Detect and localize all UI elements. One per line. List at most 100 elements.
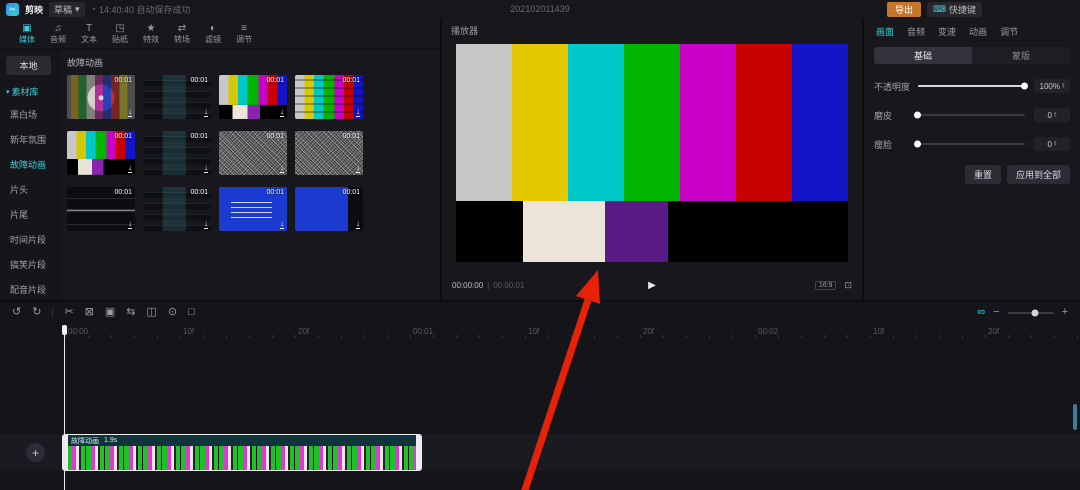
- zoom-slider-knob[interactable]: [1032, 309, 1039, 316]
- playhead[interactable]: [64, 325, 65, 490]
- add-media-button[interactable]: +: [26, 443, 45, 462]
- tab-media[interactable]: ▣媒体: [12, 23, 42, 44]
- sidebar-item-glitch[interactable]: 故障动画: [0, 152, 57, 177]
- autosave-text: 14:40:40 自动保存成功: [99, 3, 191, 16]
- smooth-skin-slider[interactable]: [918, 114, 1025, 116]
- shortcut-button[interactable]: ⌨ 快捷键: [927, 2, 982, 17]
- download-icon[interactable]: ↓: [128, 164, 132, 173]
- download-icon[interactable]: ↓: [356, 108, 360, 117]
- undo-button[interactable]: ↺: [12, 307, 21, 318]
- media-thumbnail[interactable]: 00:01↓: [67, 131, 135, 175]
- timeline-toolbar: ↺ ↻ ✂ ⊠ ▣ ⇆ ◫ ⊙ □ ∞ − +: [0, 302, 1080, 324]
- media-thumbnail[interactable]: 00:01↓: [67, 75, 135, 119]
- fullscreen-icon[interactable]: ⊡: [844, 280, 852, 291]
- media-thumbnail[interactable]: 00:01↓: [219, 187, 287, 231]
- timeline-clip[interactable]: 故障动画 1.9s: [62, 434, 422, 471]
- sidebar-item-time-clips[interactable]: 时间片段: [0, 227, 57, 252]
- download-icon[interactable]: ↓: [280, 220, 284, 229]
- app-logo-icon[interactable]: ✂: [6, 3, 19, 16]
- sidebar-item-voice-clips[interactable]: 配音片段: [0, 277, 57, 300]
- topbar: ✂ 剪映 草稿 ▾ ◔ 14:40:40 自动保存成功 202102011439…: [0, 0, 1080, 18]
- timeline-zoom-slider[interactable]: [1008, 312, 1054, 314]
- slim-face-control: 瘦脸 0▴▾: [874, 137, 1070, 151]
- media-thumbnail[interactable]: 00:01↓: [67, 187, 135, 231]
- sidebar-item-funny-clips[interactable]: 搞笑片段: [0, 252, 57, 277]
- download-icon[interactable]: ↓: [204, 220, 208, 229]
- opacity-label: 不透明度: [874, 80, 916, 93]
- rotate-button[interactable]: ⊙: [168, 307, 177, 318]
- media-thumbnail[interactable]: 00:01↓: [143, 131, 211, 175]
- zoom-in-button[interactable]: +: [1062, 307, 1068, 318]
- download-icon[interactable]: ↓: [280, 108, 284, 117]
- ruler-label: 00:00: [68, 327, 88, 336]
- link-icon[interactable]: ∞: [977, 307, 985, 318]
- clip-label: 故障动画: [71, 436, 99, 446]
- media-thumbnail[interactable]: 00:01↓: [295, 75, 363, 119]
- sidebar-item-intro[interactable]: 片头: [0, 177, 57, 202]
- media-thumbnail[interactable]: 00:01↓: [143, 187, 211, 231]
- download-icon[interactable]: ↓: [280, 164, 284, 173]
- smooth-skin-value[interactable]: 0▴▾: [1034, 108, 1070, 122]
- sidebar-item-new-year[interactable]: 新年氛围: [0, 127, 57, 152]
- aspect-ratio-button[interactable]: 16:9: [815, 281, 837, 290]
- ruler-label: 20f: [988, 327, 999, 336]
- tab-text[interactable]: T文本: [74, 23, 104, 44]
- ruler-label: 10f: [873, 327, 884, 336]
- opacity-value[interactable]: 100%▴▾: [1034, 79, 1070, 93]
- redo-button[interactable]: ↻: [32, 307, 41, 318]
- tab-picture[interactable]: 画面: [876, 25, 894, 38]
- delete-button[interactable]: ⊠: [85, 307, 94, 318]
- timeline-scrollbar[interactable]: [1073, 404, 1077, 430]
- tab-sticker[interactable]: ◳贴纸: [105, 23, 135, 44]
- tab-speed[interactable]: 变速: [938, 25, 956, 38]
- ruler-label: 00:02: [758, 327, 778, 336]
- subtab-basic[interactable]: 基础: [874, 47, 972, 64]
- download-icon[interactable]: ↓: [204, 108, 208, 117]
- tab-audio[interactable]: ♫音频: [43, 23, 73, 44]
- download-icon[interactable]: ↓: [356, 164, 360, 173]
- smpte-bar: [736, 44, 792, 201]
- sidebar-item-outro[interactable]: 片尾: [0, 202, 57, 227]
- timeline-ruler[interactable]: 00:00 10f 20f 00:01 10f 20f 00:02 10f 20…: [0, 325, 1080, 338]
- video-preview[interactable]: [456, 44, 848, 262]
- tab-prop-adjust[interactable]: 调节: [1000, 25, 1018, 38]
- sidebar-library[interactable]: ▾ 素材库: [0, 81, 57, 102]
- reverse-button[interactable]: ⇆: [126, 307, 135, 318]
- download-icon[interactable]: ↓: [204, 164, 208, 173]
- mirror-button[interactable]: ◫: [147, 307, 157, 318]
- split-button[interactable]: ✂: [64, 307, 73, 318]
- opacity-slider[interactable]: [918, 85, 1025, 87]
- media-thumbnail[interactable]: 00:01↓: [219, 75, 287, 119]
- smooth-skin-control: 磨皮 0▴▾: [874, 108, 1070, 122]
- total-duration: 00:00:01: [493, 281, 524, 290]
- apply-to-all-button[interactable]: 应用到全部: [1007, 165, 1070, 184]
- tab-adjust[interactable]: ≡调节: [229, 23, 259, 44]
- media-thumbnail[interactable]: 00:01↓: [295, 131, 363, 175]
- download-icon[interactable]: ↓: [128, 220, 132, 229]
- keyboard-icon: ⌨: [933, 4, 946, 15]
- crop-button[interactable]: □: [188, 307, 195, 318]
- subtab-mask[interactable]: 蒙版: [972, 47, 1070, 64]
- download-icon[interactable]: ↓: [128, 108, 132, 117]
- play-button[interactable]: ▶: [648, 280, 656, 291]
- tab-effects[interactable]: ★特效: [136, 23, 166, 44]
- export-button[interactable]: 导出: [887, 2, 921, 17]
- media-thumbnail[interactable]: 00:01↓: [143, 75, 211, 119]
- draft-menu-button[interactable]: 草稿 ▾: [49, 2, 85, 17]
- tab-animation[interactable]: 动画: [969, 25, 987, 38]
- slim-face-value[interactable]: 0▴▾: [1034, 137, 1070, 151]
- reset-button[interactable]: 重置: [965, 165, 1001, 184]
- tab-transition[interactable]: ⇄转场: [167, 23, 197, 44]
- download-icon[interactable]: ↓: [356, 220, 360, 229]
- tab-filter[interactable]: ◐滤镜: [198, 23, 228, 44]
- sidebar-item-black-white[interactable]: 黑白场: [0, 102, 57, 127]
- slim-face-slider[interactable]: [918, 143, 1025, 145]
- sidebar-local-button[interactable]: 本地: [6, 56, 51, 75]
- ruler-label: 00:01: [413, 327, 433, 336]
- media-thumbnail[interactable]: 00:01↓: [219, 131, 287, 175]
- tab-prop-audio[interactable]: 音频: [907, 25, 925, 38]
- media-thumbnail[interactable]: 00:01↓: [295, 187, 363, 231]
- tab-label: 特效: [143, 35, 159, 44]
- zoom-out-button[interactable]: −: [993, 307, 999, 318]
- freeze-frame-button[interactable]: ▣: [105, 307, 115, 318]
